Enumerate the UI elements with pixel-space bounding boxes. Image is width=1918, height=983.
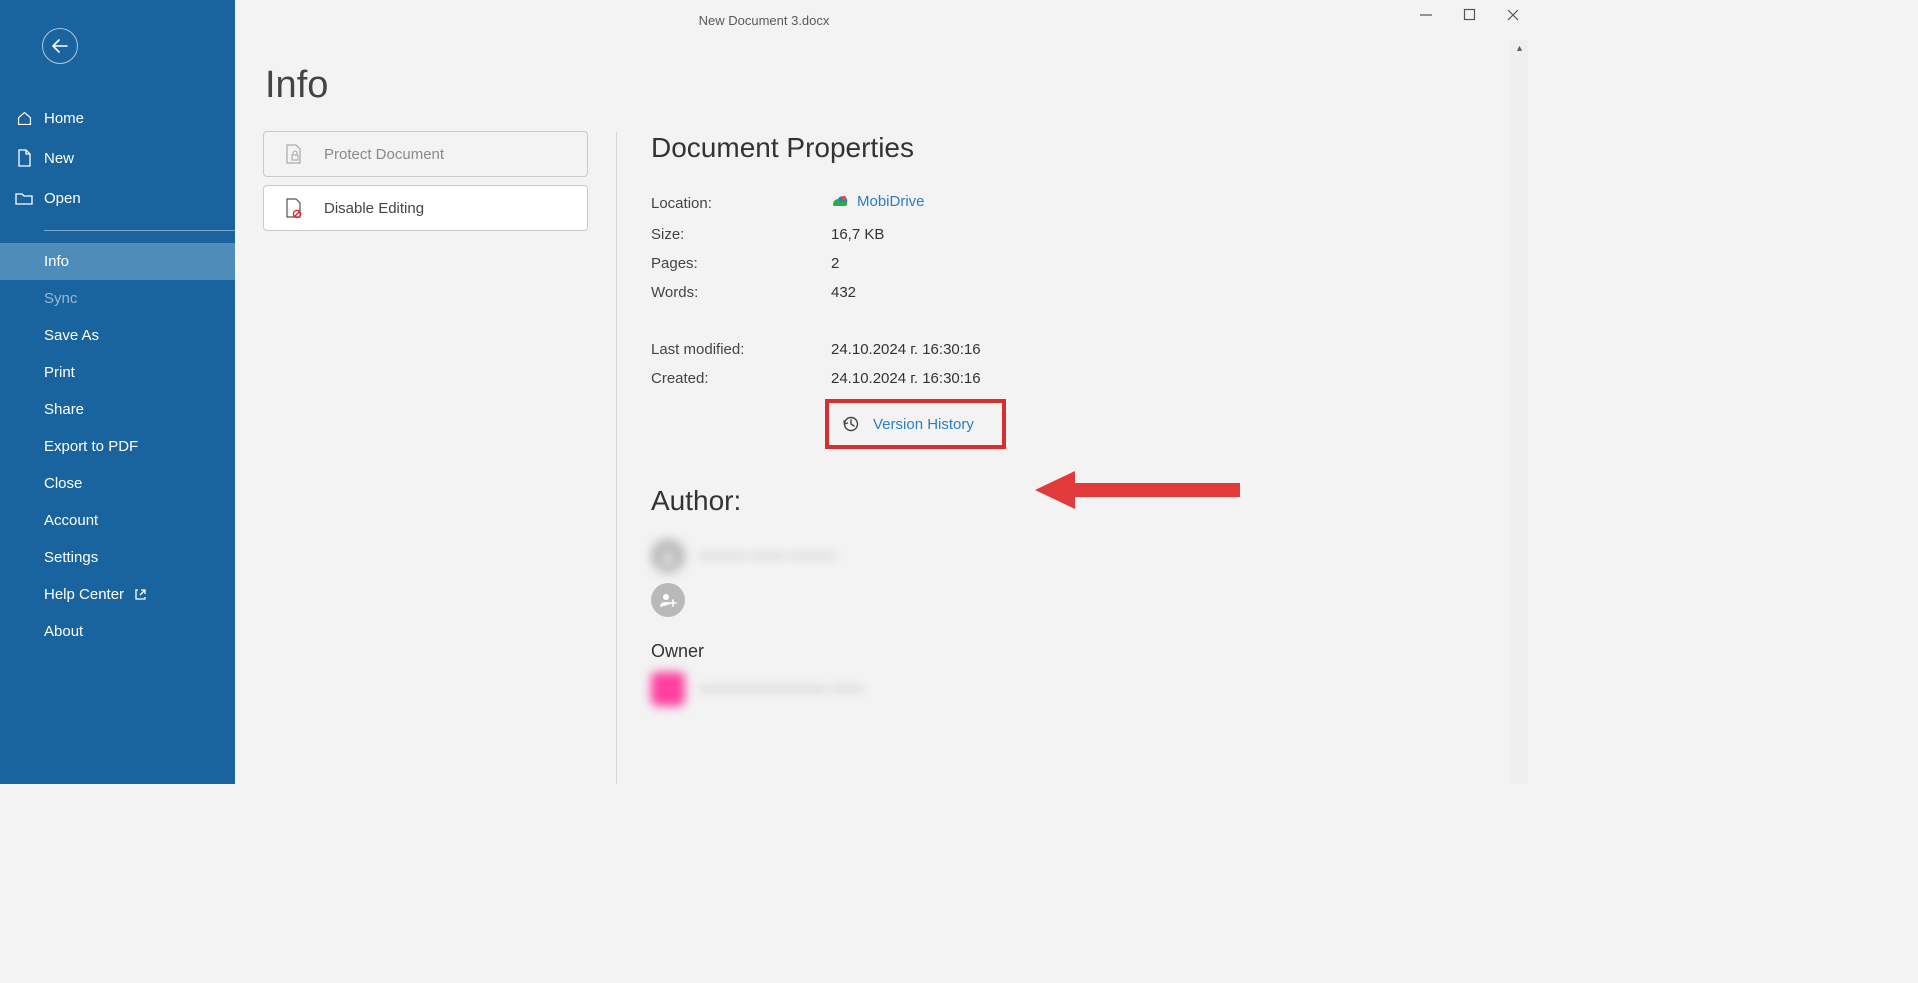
nav-label: Close — [44, 475, 82, 492]
location-value: MobiDrive — [857, 193, 925, 210]
prop-version-history: Version History — [651, 393, 1528, 455]
version-history-button[interactable]: Version History — [825, 399, 1006, 449]
prop-value: 432 — [831, 284, 856, 301]
left-column: Info Protect Document Disable Editing — [263, 64, 588, 784]
vertical-divider — [616, 132, 617, 784]
nav-label: Save As — [44, 327, 99, 344]
nav-share[interactable]: Share — [0, 391, 235, 428]
protect-label: Protect Document — [324, 146, 444, 163]
prop-label: Location: — [651, 195, 831, 212]
nav-print[interactable]: Print — [0, 354, 235, 391]
vertical-scrollbar[interactable]: ▴ — [1511, 40, 1528, 784]
nav-close[interactable]: Close — [0, 465, 235, 502]
nav-label: Account — [44, 512, 98, 529]
nav-label: Share — [44, 401, 84, 418]
nav-label: Print — [44, 364, 75, 381]
nav-separator — [44, 230, 235, 231]
nav-open[interactable]: Open — [0, 178, 235, 218]
protect-document-button[interactable]: Protect Document — [263, 131, 588, 177]
nav-new[interactable]: New — [0, 138, 235, 178]
nav-label: Settings — [44, 549, 98, 566]
nav-list: Home New Open Info Sync Save As Print — [0, 98, 235, 650]
avatar-icon — [651, 539, 685, 573]
window-title: New Document 3.docx — [699, 13, 830, 28]
disable-editing-label: Disable Editing — [324, 200, 424, 217]
history-icon — [841, 415, 859, 433]
window-controls — [1419, 8, 1520, 22]
disable-editing-button[interactable]: Disable Editing — [263, 185, 588, 231]
file-icon — [14, 148, 34, 168]
properties-heading: Document Properties — [651, 132, 1528, 164]
back-button[interactable] — [42, 28, 78, 64]
right-column: Document Properties Location: MobiDrive … — [645, 64, 1528, 784]
prop-label: Words: — [651, 284, 831, 301]
folder-icon — [14, 188, 34, 208]
version-history-label: Version History — [873, 416, 974, 433]
owner-avatar — [651, 672, 685, 706]
page-title: Info — [265, 64, 588, 107]
prop-value: 2 — [831, 255, 839, 272]
owner-name: ———————— —— — [699, 680, 863, 698]
add-author-row[interactable] — [651, 583, 1528, 617]
nav-home[interactable]: Home — [0, 98, 235, 138]
nav-label: New — [44, 150, 74, 167]
nav-label: About — [44, 623, 83, 640]
nav-sync[interactable]: Sync — [0, 280, 235, 317]
nav-label: Info — [44, 253, 69, 270]
nav-label: Home — [44, 110, 84, 127]
prop-value: 24.10.2024 г. 16:30:16 — [831, 341, 981, 358]
mobidrive-logo-icon — [831, 192, 849, 210]
nav-settings[interactable]: Settings — [0, 539, 235, 576]
add-person-icon — [651, 583, 685, 617]
prop-size: Size: 16,7 KB — [651, 220, 1528, 249]
prop-pages: Pages: 2 — [651, 249, 1528, 278]
prop-label: Created: — [651, 370, 831, 387]
lock-file-icon — [282, 142, 306, 166]
prop-value: 16,7 KB — [831, 226, 884, 243]
author-row: ——— —— ——— — [651, 539, 1528, 573]
content-area: Info Protect Document Disable Editing Do… — [235, 40, 1528, 784]
nav-help-center[interactable]: Help Center — [0, 576, 235, 613]
prop-modified: Last modified: 24.10.2024 г. 16:30:16 — [651, 335, 1528, 364]
close-button[interactable] — [1506, 8, 1520, 22]
minimize-button[interactable] — [1419, 8, 1433, 22]
prop-label: Size: — [651, 226, 831, 243]
nav-label: Export to PDF — [44, 438, 138, 455]
nav-account[interactable]: Account — [0, 502, 235, 539]
nav-save-as[interactable]: Save As — [0, 317, 235, 354]
nav-label: Sync — [44, 290, 77, 307]
sidebar: Home New Open Info Sync Save As Print — [0, 0, 235, 784]
prop-value: 24.10.2024 г. 16:30:16 — [831, 370, 981, 387]
owner-heading: Owner — [651, 641, 1528, 662]
author-name: ——— —— ——— — [699, 547, 836, 565]
prop-label: Last modified: — [651, 341, 831, 358]
prop-location: Location: MobiDrive — [651, 186, 1528, 220]
nav-about[interactable]: About — [0, 613, 235, 650]
nav-label: Open — [44, 190, 81, 207]
scroll-up-icon[interactable]: ▴ — [1511, 40, 1528, 57]
home-icon — [14, 108, 34, 128]
nav-export-pdf[interactable]: Export to PDF — [0, 428, 235, 465]
author-heading: Author: — [651, 485, 1528, 517]
file-blocked-icon — [282, 196, 306, 220]
owner-row: ———————— —— — [651, 672, 1528, 706]
external-link-icon — [134, 588, 147, 601]
maximize-button[interactable] — [1463, 8, 1476, 22]
location-link[interactable]: MobiDrive — [831, 192, 925, 214]
prop-label: Pages: — [651, 255, 831, 272]
nav-label: Help Center — [44, 586, 124, 603]
prop-words: Words: 432 — [651, 278, 1528, 307]
prop-created: Created: 24.10.2024 г. 16:30:16 — [651, 364, 1528, 393]
nav-info[interactable]: Info — [0, 243, 235, 280]
